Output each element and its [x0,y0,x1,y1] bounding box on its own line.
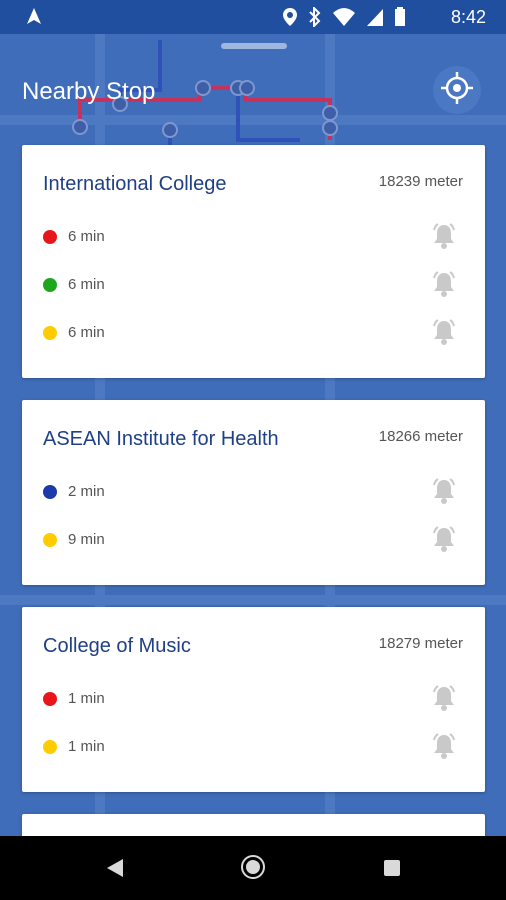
bell-icon[interactable] [431,684,457,717]
route-color-dot [43,485,57,499]
stop-card[interactable]: International College 18239 meter 6 min … [22,145,485,378]
route-eta: 1 min [68,738,105,755]
route-eta: 2 min [68,483,105,500]
stop-name: International College [43,173,227,195]
page-title: Nearby Stop [22,78,156,105]
clock: 8:42 [450,7,486,27]
route-eta: 6 min [68,276,105,293]
stop-distance: 18279 meter [378,635,463,652]
recent-apps-icon[interactable] [384,860,400,881]
stop-name: ASEAN Institute for Health [43,428,279,450]
stop-card[interactable]: ASEAN Institute for Health 18266 meter 2… [22,400,485,585]
battery-icon [394,7,406,32]
bell-icon[interactable] [431,732,457,765]
route-color-dot [43,278,57,292]
route-color-dot [43,692,57,706]
back-icon[interactable] [106,858,124,883]
route-color-dot [43,230,57,244]
status-icons [282,5,406,32]
route-color-dot [43,533,57,547]
route-eta: 1 min [68,690,105,707]
route-color-dot [43,740,57,754]
route-row[interactable]: 1 min [43,684,463,714]
route-row[interactable]: 6 min [43,318,463,348]
bell-icon[interactable] [431,477,457,510]
bell-icon[interactable] [431,525,457,558]
route-eta: 6 min [68,324,105,341]
route-row[interactable]: 6 min [43,270,463,300]
route-row[interactable]: 1 min [43,732,463,762]
route-row[interactable]: 6 min [43,222,463,252]
stop-name: College of Music [43,635,191,657]
home-icon[interactable] [240,854,266,885]
route-color-dot [43,326,57,340]
bell-icon[interactable] [431,318,457,351]
route-eta: 6 min [68,228,105,245]
route-row[interactable]: 9 min [43,525,463,555]
my-location-button[interactable] [433,66,481,114]
signal-icon [366,7,384,32]
location-icon [282,7,298,32]
bluetooth-icon [308,5,322,32]
system-nav-bar [0,836,506,900]
sheet-drag-handle[interactable] [221,43,287,49]
stop-distance: 18239 meter [378,173,463,190]
bell-icon[interactable] [431,270,457,303]
stop-card[interactable] [22,814,485,836]
stop-card[interactable]: College of Music 18279 meter 1 min 1 min [22,607,485,792]
wifi-icon [332,7,356,32]
route-row[interactable]: 2 min [43,477,463,507]
route-eta: 9 min [68,531,105,548]
status-bar: 8:42 [0,0,506,34]
crosshair-icon [441,71,473,109]
bell-icon[interactable] [431,222,457,255]
stop-distance: 18266 meter [378,428,463,445]
navigation-icon [24,6,44,31]
